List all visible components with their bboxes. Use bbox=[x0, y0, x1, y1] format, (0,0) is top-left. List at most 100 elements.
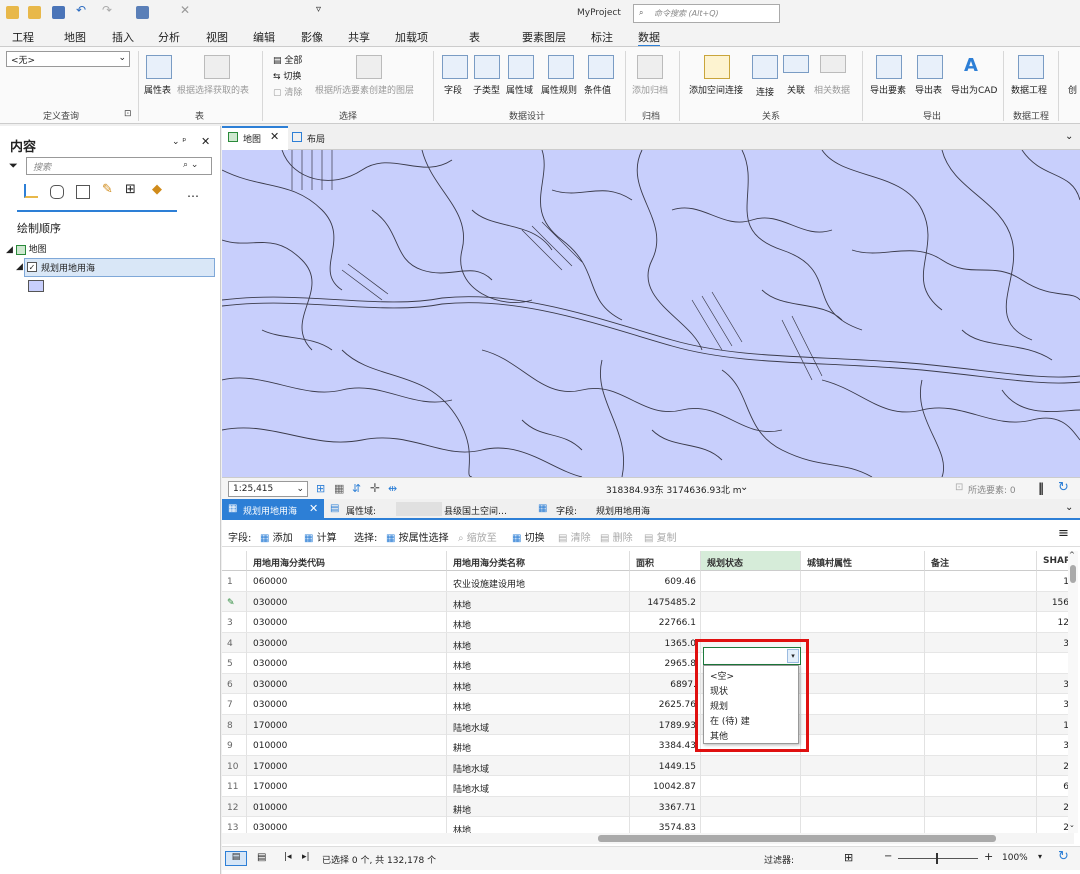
cell-area[interactable]: 3574.83 bbox=[630, 817, 701, 833]
cell-planning-status[interactable] bbox=[701, 591, 801, 612]
cell-remarks[interactable] bbox=[925, 591, 1037, 612]
dialog-launcher-icon[interactable]: ⊡ bbox=[124, 109, 132, 119]
scale-select[interactable]: 1:25,415 ⌄ bbox=[228, 481, 308, 497]
cell-code[interactable]: 170000 bbox=[247, 714, 447, 735]
cell-area[interactable]: 1365.0 bbox=[630, 632, 701, 653]
cell-code[interactable]: 030000 bbox=[247, 612, 447, 632]
undo-icon[interactable]: ↶ bbox=[76, 3, 86, 17]
crosshair-icon[interactable]: ✛ bbox=[370, 481, 380, 495]
close-map-tab-icon[interactable]: ✕ bbox=[270, 130, 279, 143]
cell-name[interactable]: 陆地水域 bbox=[447, 755, 630, 776]
cell-planning-status[interactable] bbox=[701, 571, 801, 591]
chevron-down-icon[interactable]: ▾ bbox=[1038, 852, 1042, 861]
cell-name[interactable]: 林地 bbox=[447, 591, 630, 612]
cell-name[interactable]: 林地 bbox=[447, 817, 630, 833]
get-from-selection-button[interactable]: 根据选择获取的表 bbox=[177, 83, 249, 96]
column-header-town-village[interactable]: 城镇村属性 bbox=[801, 551, 925, 571]
cell-name[interactable]: 农业设施建设用地 bbox=[447, 571, 630, 591]
zoom-level[interactable]: 100% bbox=[1002, 853, 1028, 863]
cell-name[interactable]: 耕地 bbox=[447, 796, 630, 817]
subtype-button[interactable]: 子类型 bbox=[473, 83, 500, 96]
more-options-icon[interactable]: … bbox=[187, 186, 199, 200]
cell-planning-status[interactable] bbox=[701, 776, 801, 796]
table-row[interactable]: 13 030000 林地 3574.83 2 bbox=[222, 817, 1074, 833]
data-engineering-button[interactable]: 数据工程 bbox=[1011, 83, 1047, 96]
refresh-icon[interactable]: ↻ bbox=[1058, 849, 1069, 864]
tab-analysis[interactable]: 分析 bbox=[158, 29, 180, 45]
cell-town-village[interactable] bbox=[801, 817, 925, 833]
layer-expander[interactable]: ◢ bbox=[16, 262, 23, 272]
table-row[interactable]: 12 010000 耕地 3367.71 2 bbox=[222, 796, 1074, 817]
cell-town-village[interactable] bbox=[801, 591, 925, 612]
cell-area[interactable]: 2625.76 bbox=[630, 694, 701, 714]
cell-code[interactable]: 060000 bbox=[247, 571, 447, 591]
cell-code[interactable]: 010000 bbox=[247, 735, 447, 755]
close-table-tab-icon[interactable]: ✕ bbox=[309, 502, 318, 515]
tab-fields[interactable]: 字段: bbox=[556, 504, 577, 517]
zoom-to-button[interactable]: ⌕ 缩放至 bbox=[458, 529, 497, 544]
tab-layout[interactable]: 布局 bbox=[307, 132, 325, 145]
table-row[interactable]: 9 010000 耕地 3384.43 3 bbox=[222, 735, 1074, 756]
map-canvas[interactable] bbox=[222, 150, 1080, 477]
table-view-toggle-icon[interactable]: ▤ bbox=[225, 851, 247, 866]
command-search-input[interactable]: ⌕ 命令搜索 (Alt+Q) bbox=[633, 4, 780, 23]
tab-view[interactable]: 视图 bbox=[206, 29, 228, 45]
cell-planning-status[interactable] bbox=[701, 817, 801, 833]
table-row[interactable]: 5 030000 林地 2965.8 bbox=[222, 653, 1074, 674]
cell-town-village[interactable] bbox=[801, 612, 925, 632]
relate-button[interactable]: 关联 bbox=[787, 83, 805, 96]
grid-icon[interactable]: ⊞ bbox=[316, 482, 325, 495]
create-button[interactable]: 创 bbox=[1068, 83, 1077, 96]
open-project-icon[interactable] bbox=[28, 6, 41, 19]
cell-area[interactable]: 609.46 bbox=[630, 571, 701, 591]
calculate-field-button[interactable]: ▦ 计算 bbox=[304, 529, 337, 544]
cell-remarks[interactable] bbox=[925, 673, 1037, 694]
add-field-button[interactable]: ▦ 添加 bbox=[260, 529, 293, 544]
export-features-button[interactable]: 导出要素 bbox=[870, 83, 906, 96]
tab-insert[interactable]: 插入 bbox=[112, 29, 134, 45]
cell-area[interactable]: 22766.1 bbox=[630, 612, 701, 632]
cell-planning-status[interactable] bbox=[701, 755, 801, 776]
cell-town-village[interactable] bbox=[801, 632, 925, 653]
column-header-remarks[interactable]: 备注 bbox=[925, 551, 1037, 571]
tab-feature-layer[interactable]: 要素图层 bbox=[522, 29, 566, 45]
redo-icon[interactable]: ↷ bbox=[102, 3, 112, 17]
cell-planning-status[interactable] bbox=[701, 796, 801, 817]
layer-visibility-checkbox[interactable]: ✓ bbox=[27, 262, 37, 272]
field-button[interactable]: 字段 bbox=[444, 83, 462, 96]
tab-edit[interactable]: 编辑 bbox=[253, 29, 275, 45]
save-icon[interactable] bbox=[52, 6, 65, 19]
contents-search-input[interactable]: 搜索 ⌕ ⌄ bbox=[26, 157, 212, 175]
customize-icon[interactable]: ▿ bbox=[316, 4, 329, 17]
switch-selection-button[interactable]: ⇆ 切换 bbox=[273, 69, 301, 82]
cell-remarks[interactable] bbox=[925, 632, 1037, 653]
swipe-icon[interactable]: ⇹ bbox=[388, 482, 397, 495]
list-by-drawing-order-icon[interactable] bbox=[24, 184, 38, 198]
cell-code[interactable]: 170000 bbox=[247, 776, 447, 796]
cell-name[interactable]: 林地 bbox=[447, 694, 630, 714]
cell-code[interactable]: 010000 bbox=[247, 796, 447, 817]
attribute-rules-button[interactable]: 属性规则 bbox=[541, 83, 577, 96]
cell-remarks[interactable] bbox=[925, 653, 1037, 673]
vertical-scrollbar[interactable]: ^ ⌄ bbox=[1068, 551, 1078, 833]
chevron-down-icon[interactable]: ⌄ bbox=[740, 482, 748, 493]
table-row[interactable]: 6 030000 林地 6897. 3 bbox=[222, 673, 1074, 694]
cell-area[interactable]: 3367.71 bbox=[630, 796, 701, 817]
cell-town-village[interactable] bbox=[801, 796, 925, 817]
cell-remarks[interactable] bbox=[925, 755, 1037, 776]
table-row[interactable]: 1 060000 农业设施建设用地 609.46 1 bbox=[222, 571, 1074, 592]
table-row[interactable]: 8 170000 陆地水域 1789.93 1 bbox=[222, 714, 1074, 735]
vertical-scroll-thumb[interactable] bbox=[1070, 565, 1076, 583]
delete-button[interactable]: ▤ 删除 bbox=[600, 529, 633, 544]
definition-query-select[interactable]: <无> ⌄ bbox=[6, 51, 130, 67]
tab-project[interactable]: 工程 bbox=[12, 29, 34, 45]
layer-symbol-swatch[interactable] bbox=[28, 280, 44, 292]
switch-selection-button[interactable]: ▦ 切换 bbox=[512, 529, 545, 544]
cell-area[interactable]: 6897. bbox=[630, 673, 701, 694]
tab-share[interactable]: 共享 bbox=[348, 29, 370, 45]
select-all-button[interactable]: ▤ 全部 bbox=[273, 53, 302, 66]
table-icon[interactable] bbox=[136, 6, 149, 19]
chevron-down-icon[interactable]: ⌄ bbox=[1065, 131, 1073, 142]
zoom-slider[interactable] bbox=[898, 858, 978, 859]
snapping-icon[interactable]: ⊞ bbox=[125, 182, 136, 197]
